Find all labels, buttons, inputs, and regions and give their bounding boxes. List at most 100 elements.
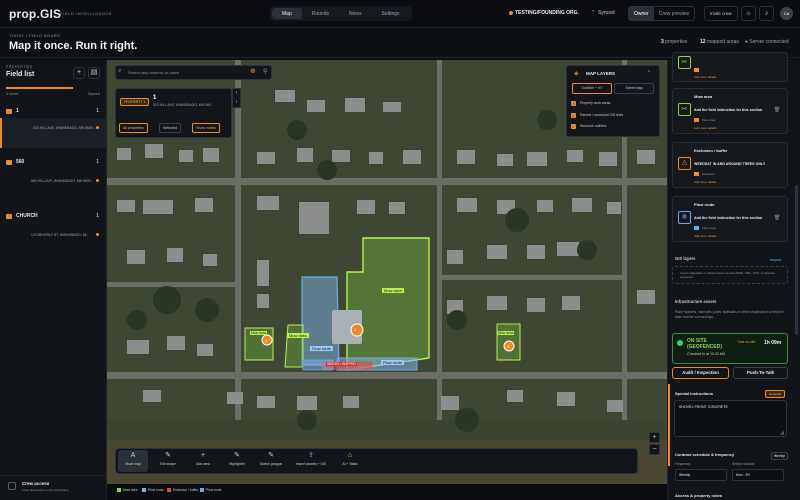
tab-news[interactable]: News — [339, 8, 372, 19]
saved-count: 3 saved — [6, 92, 19, 96]
time-on-site-value: 1h 09m — [764, 340, 782, 346]
area-label[interactable]: Mow area — [250, 331, 268, 335]
legend-swatch — [142, 488, 146, 492]
tool-move-map[interactable]: A Move map — [118, 450, 148, 472]
area-label[interactable]: Mow area — [287, 333, 309, 338]
area-label[interactable]: Mow area — [382, 288, 404, 293]
org-selector[interactable]: TESTING/FOUNDING ORG. — [515, 10, 579, 16]
swatch-label: Exclusion — [702, 172, 715, 176]
tool-edit-shape[interactable]: ✎ Edit shape — [153, 450, 183, 472]
property-number: 1 — [153, 95, 157, 101]
selected-chip[interactable]: Selected — [159, 123, 181, 133]
area-label[interactable]: Mow area — [497, 331, 515, 335]
checkbox[interactable]: ✓ — [571, 101, 576, 106]
time-on-site-label: Time on site — [737, 340, 756, 344]
sidebar-title: Field list — [6, 71, 35, 78]
list-item[interactable]: 120 BEVERLY ST, WINNEBAGO, MI... — [0, 225, 107, 255]
invite-crew-button[interactable]: Invite crew — [704, 6, 738, 21]
search-input[interactable]: Search any address or place — [128, 70, 179, 75]
list-item[interactable]: 320 HILL AVE, WINNEBAGO, MN 5609... — [0, 118, 107, 148]
tab-rounds[interactable]: Rounds — [302, 8, 339, 19]
search-icon: ⌕ — [118, 68, 122, 74]
satellite-toggle[interactable]: Satellite + HT — [572, 83, 612, 94]
crew-icon — [8, 482, 16, 490]
map-pin[interactable]: 1 — [265, 338, 267, 343]
chevron-up-icon[interactable]: ⌃ — [647, 70, 651, 76]
exclusion-label[interactable]: WEEDS / BUFFER — [326, 362, 357, 366]
map-pin[interactable]: 1 — [507, 344, 509, 349]
field-instruction[interactable]: WEEDEAT IN AND AROUND TREES ONLY — [694, 162, 765, 166]
role-owner[interactable]: Owner — [629, 7, 654, 20]
list-view-icon[interactable]: ▤ — [88, 67, 100, 79]
tab-settings[interactable]: Settings — [371, 8, 409, 19]
color-swatch — [694, 68, 699, 72]
bell-icon[interactable]: ♪ — [759, 6, 774, 21]
panel-scrollbar[interactable] — [795, 185, 798, 335]
area-label[interactable]: Plow route — [381, 360, 404, 365]
sidebar-active-tab-indicator — [6, 87, 73, 89]
status-dot — [96, 233, 99, 236]
field-instruction[interactable]: Add the field instruction for this secti… — [694, 108, 762, 112]
tool-add-area[interactable]: + Add area — [188, 450, 218, 472]
trash-icon[interactable]: 🗑 — [774, 107, 780, 113]
add-details-link[interactable]: Add more details — [694, 75, 717, 79]
snowflake-icon: ❄ — [678, 211, 691, 224]
area-label[interactable]: Plow route — [310, 346, 333, 351]
add-details-link[interactable]: Add more details — [694, 126, 717, 130]
gis-import-link[interactable]: Import — [770, 257, 781, 262]
group-header-560[interactable]: 560 1 — [0, 158, 107, 169]
tool-import-parcels[interactable]: ⇪ Import parcels + GIS — [290, 450, 332, 472]
card-nav-arrows[interactable]: ‹ › — [232, 88, 241, 108]
add-property-button[interactable]: + — [73, 67, 85, 79]
group-header-1[interactable]: 1 1 — [0, 107, 107, 118]
group-header-church[interactable]: CHURCH 1 — [0, 212, 107, 223]
zoom-out-button[interactable]: − — [649, 444, 660, 455]
resize-handle-icon[interactable]: ◢ — [780, 430, 784, 436]
all-properties-chip[interactable]: All properties — [119, 123, 148, 133]
checkbox[interactable]: ✓ — [571, 124, 576, 129]
app-subtitle: FIELD INTELLIGENCE — [60, 11, 113, 16]
access-notes-heading: Access & property notes — [675, 493, 723, 498]
infrastructure-description: Place hydrants, manholes, poles, sidewal… — [675, 310, 784, 319]
check-in-time: Checked in at 10:32 AM — [687, 352, 726, 356]
crew-access-subtitle: Invite field teams to this workspace — [22, 488, 69, 492]
field-card-title: Mow area — [694, 94, 713, 99]
legend-item: Plow route — [142, 488, 164, 492]
role-crew-preview[interactable]: Crew preview — [654, 7, 694, 20]
show-routes-chip[interactable]: Show routes — [192, 123, 220, 133]
crew-access-title: Crew access — [22, 481, 50, 486]
list-item[interactable]: 560 HILL AVE, WINNEBAGO, MN 5609... — [0, 171, 107, 201]
street-map-toggle[interactable]: Street map — [614, 83, 654, 94]
tool-highlighter[interactable]: ✎ Highlighter — [222, 450, 252, 472]
zoom-in-button[interactable]: + — [649, 432, 660, 443]
contract-heading: Contract schedule & frequency — [675, 452, 735, 457]
push-to-talk-button[interactable]: Push-To-Talk — [733, 367, 788, 379]
app-logo[interactable]: prop.GIS — [9, 7, 61, 21]
filter-icon[interactable]: ⚲ — [263, 68, 267, 75]
status-dot — [96, 126, 99, 129]
layer-label: Parcels / municipal GIS lines — [580, 113, 624, 117]
field-instruction[interactable]: Add the field instruction for this secti… — [694, 216, 762, 220]
locate-icon[interactable]: ⊕ — [250, 67, 256, 75]
add-details-link[interactable]: Add more details — [694, 234, 717, 238]
audit-inspection-button[interactable]: Audit / Inspection — [672, 367, 729, 379]
service-window-field[interactable]: Mon - Fri — [732, 469, 784, 481]
add-details-link[interactable]: Add more details — [694, 180, 717, 184]
geofence-icon — [677, 340, 683, 346]
color-swatch — [694, 226, 699, 230]
swatch-label: Plow route — [702, 226, 717, 230]
tool-sketch-polygon[interactable]: ✎ Sketch polygon — [256, 450, 286, 472]
map-pin[interactable]: 1 — [354, 327, 356, 332]
tool-ai-tasks[interactable]: ⌂ AI + Tasks — [335, 450, 365, 472]
legend-swatch — [200, 488, 204, 492]
folder-icon — [6, 214, 12, 219]
trash-icon[interactable]: 🗑 — [774, 215, 780, 221]
sidebar-sync-status: Synced — [88, 92, 100, 96]
checkbox[interactable]: ✓ — [571, 113, 576, 118]
role-toggle: Owner Crew preview — [628, 6, 696, 21]
frequency-select[interactable]: Weekly — [675, 469, 727, 481]
property-address: 120 BEVERLY ST, WINNEBAGO, MI... — [31, 233, 90, 237]
sun-icon[interactable]: ☼ — [741, 6, 756, 21]
tab-map[interactable]: Map — [272, 8, 302, 19]
avatar[interactable]: CA — [780, 7, 793, 20]
